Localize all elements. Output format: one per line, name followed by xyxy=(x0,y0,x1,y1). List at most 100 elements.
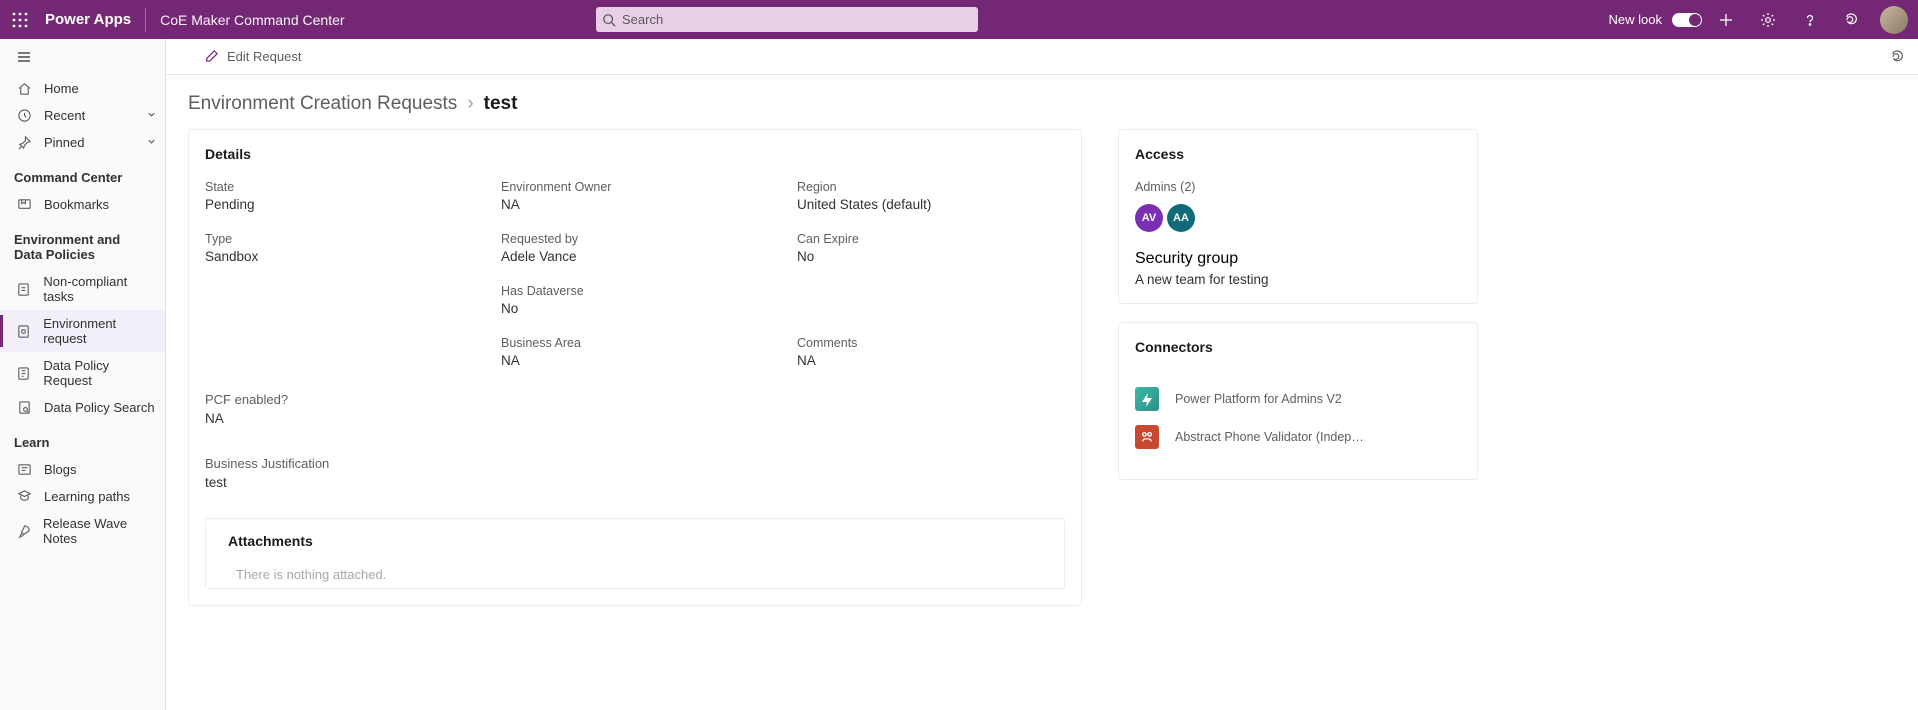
sidebar-item-label: Data Policy Request xyxy=(43,358,157,388)
breadcrumb-current: test xyxy=(484,93,518,115)
sidebar-item-label: Pinned xyxy=(44,135,84,150)
copilot-icon xyxy=(1843,11,1861,29)
edit-request-button[interactable]: Edit Request xyxy=(227,49,301,64)
user-avatar[interactable] xyxy=(1880,6,1908,34)
sidebar-item-recent[interactable]: Recent xyxy=(0,102,165,129)
admin-avatar-2[interactable]: AA xyxy=(1167,204,1195,232)
help-icon xyxy=(1802,12,1818,28)
sidebar-item-label: Non-compliant tasks xyxy=(43,274,157,304)
field-region: Region United States (default) xyxy=(797,180,1065,212)
sidebar-item-label: Home xyxy=(44,81,79,96)
field-state: State Pending xyxy=(205,180,473,212)
admins-label: Admins (2) xyxy=(1135,180,1461,194)
field-requested-by: Requested by Adele Vance xyxy=(501,232,769,264)
sidebar-item-noncompliant[interactable]: Non-compliant tasks xyxy=(0,268,165,310)
home-icon xyxy=(16,81,32,96)
details-title: Details xyxy=(205,146,1065,162)
sidebar-item-label: Learning paths xyxy=(44,489,130,504)
connector-name: Power Platform for Admins V2 xyxy=(1175,392,1342,406)
access-card: Access Admins (2) AV AA Security group A… xyxy=(1118,129,1478,304)
connectors-card: Connectors Power Platform for Admins V2 … xyxy=(1118,322,1478,480)
pin-icon xyxy=(16,135,32,150)
chevron-down-icon xyxy=(146,108,157,123)
chevron-right-icon: › xyxy=(467,93,473,115)
field-comments: Comments NA xyxy=(797,336,1065,368)
connector-name: Abstract Phone Validator (Indep… xyxy=(1175,430,1364,444)
field-business-justification-label: Business Justification xyxy=(205,456,1065,471)
global-search[interactable] xyxy=(596,7,978,32)
sidebar-item-bookmarks[interactable]: Bookmarks xyxy=(0,191,165,218)
details-pane: Details State Pending Environment Owner … xyxy=(188,129,1088,710)
field-pcf-enabled-label: PCF enabled? xyxy=(205,392,1065,407)
search-input[interactable] xyxy=(622,12,978,27)
main-content: Edit Request Environment Creation Reques… xyxy=(166,39,1918,710)
header-actions: New look xyxy=(1609,0,1918,39)
connector-icon-power-platform xyxy=(1135,387,1159,411)
sidebar-item-release-wave[interactable]: Release Wave Notes xyxy=(0,510,165,552)
breadcrumb: Environment Creation Requests › test xyxy=(166,75,1918,129)
sidebar-item-data-policy-search[interactable]: Data Policy Search xyxy=(0,394,165,421)
bookmark-icon xyxy=(16,197,32,212)
details-card: Details State Pending Environment Owner … xyxy=(188,129,1082,606)
app-launcher[interactable] xyxy=(0,0,39,39)
field-business-justification-value: test xyxy=(205,475,1065,490)
rocket-icon xyxy=(16,524,31,539)
sidebar-item-blogs[interactable]: Blogs xyxy=(0,456,165,483)
admin-avatar-1[interactable]: AV xyxy=(1135,204,1163,232)
sidebar-section-command-center: Command Center xyxy=(0,156,165,191)
sidebar-item-label: Blogs xyxy=(44,462,77,477)
sidebar-item-label: Environment request xyxy=(43,316,157,346)
clock-icon xyxy=(16,108,32,123)
waffle-icon xyxy=(12,12,28,28)
copilot-header-icon[interactable] xyxy=(1834,0,1870,39)
learn-icon xyxy=(16,489,32,504)
search-icon xyxy=(596,13,622,27)
connector-row-1[interactable]: Abstract Phone Validator (Indep… xyxy=(1135,425,1461,449)
field-can-expire: Can Expire No xyxy=(797,232,1065,264)
gear-icon xyxy=(1760,12,1776,28)
attachments-section: Attachments There is nothing attached. xyxy=(205,518,1065,589)
copilot-icon xyxy=(1889,48,1907,66)
header-divider xyxy=(145,8,146,32)
sidebar-item-label: Release Wave Notes xyxy=(43,516,157,546)
policy-search-icon xyxy=(16,400,32,415)
field-environment-owner: Environment Owner NA xyxy=(501,180,769,212)
security-group-label: Security group xyxy=(1135,250,1461,268)
connector-row-0[interactable]: Power Platform for Admins V2 xyxy=(1135,387,1461,411)
task-icon xyxy=(16,282,31,297)
field-pcf-enabled-value: NA xyxy=(205,411,1065,426)
help-button[interactable] xyxy=(1792,0,1828,39)
sidebar-section-learn: Learn xyxy=(0,421,165,456)
add-button[interactable] xyxy=(1708,0,1744,39)
new-look-toggle[interactable] xyxy=(1672,13,1702,27)
sidebar-item-learning-paths[interactable]: Learning paths xyxy=(0,483,165,510)
sidebar-item-pinned[interactable]: Pinned xyxy=(0,129,165,156)
command-bar: Edit Request xyxy=(166,39,1918,75)
field-has-dataverse: Has Dataverse No xyxy=(501,284,769,316)
sidebar-section-env-data: Environment and Data Policies xyxy=(0,218,165,268)
settings-button[interactable] xyxy=(1750,0,1786,39)
sidebar-item-home[interactable]: Home xyxy=(0,75,165,102)
field-type: Type Sandbox xyxy=(205,232,473,264)
breadcrumb-parent[interactable]: Environment Creation Requests xyxy=(188,93,457,115)
blog-icon xyxy=(16,462,32,477)
sidebar-item-label: Data Policy Search xyxy=(44,400,155,415)
brand-title[interactable]: Power Apps xyxy=(45,11,131,28)
sidebar-item-data-policy-request[interactable]: Data Policy Request xyxy=(0,352,165,394)
copilot-panel-button[interactable] xyxy=(1884,43,1912,71)
edit-icon xyxy=(204,49,219,64)
app-title: CoE Maker Command Center xyxy=(160,12,344,28)
field-business-area: Business Area NA xyxy=(501,336,769,368)
sidebar-item-env-request[interactable]: Environment request xyxy=(0,310,165,352)
side-pane: Access Admins (2) AV AA Security group A… xyxy=(1118,129,1478,710)
access-title: Access xyxy=(1135,146,1461,162)
sidebar-item-label: Recent xyxy=(44,108,85,123)
sidebar-item-label: Bookmarks xyxy=(44,197,109,212)
connector-icon-abstract xyxy=(1135,425,1159,449)
new-look-label: New look xyxy=(1609,12,1662,27)
top-header: Power Apps CoE Maker Command Center New … xyxy=(0,0,1918,39)
sidebar-toggle[interactable] xyxy=(16,49,32,65)
policy-icon xyxy=(16,366,31,381)
attachments-title: Attachments xyxy=(228,533,1042,549)
sidebar: Home Recent Pinned Command Center xyxy=(0,39,166,710)
